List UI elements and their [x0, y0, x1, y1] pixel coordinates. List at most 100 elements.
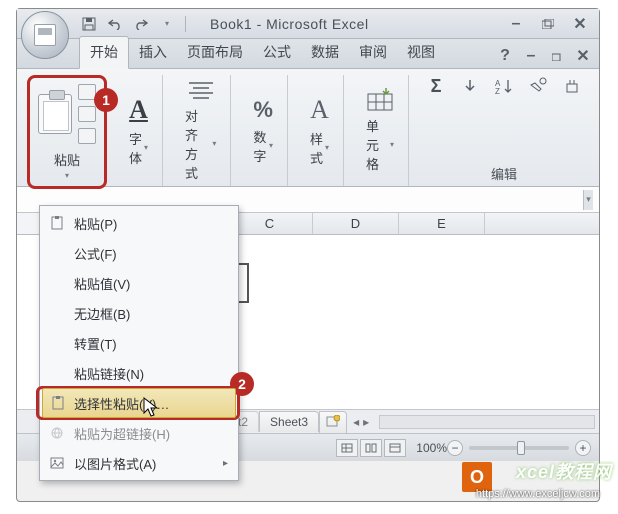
menu-formula[interactable]: 公式(F) [42, 238, 236, 268]
number-button[interactable]: %数字▾ [247, 93, 279, 169]
col-d[interactable]: D [313, 213, 399, 234]
zoom-out-icon[interactable]: − [447, 440, 463, 456]
window-controls: – ✕ [507, 15, 589, 33]
align-label: 对齐方式 [185, 106, 210, 182]
zoom-level[interactable]: 100% [416, 441, 447, 455]
align-group: 对齐方式▾ [171, 75, 231, 186]
cells-button[interactable]: 单元格▾ [360, 84, 400, 177]
workbook-close-icon[interactable]: ✕ [575, 48, 591, 64]
view-switcher [336, 439, 406, 457]
close-button[interactable]: ✕ [571, 15, 589, 33]
menu-paste[interactable]: 粘贴(P) [42, 208, 236, 238]
font-label: 字体 [129, 129, 142, 167]
menu-noborder[interactable]: 无边框(B) [42, 298, 236, 328]
align-icon [187, 80, 215, 102]
find-icon[interactable] [527, 75, 549, 97]
clipboard-group: 1 粘贴 ▾ [27, 75, 107, 186]
ribbon: 1 粘贴 ▾ A字体▾ 对齐方式▾ %数字▾ [17, 69, 599, 187]
tab-insert[interactable]: 插入 [129, 37, 177, 68]
separator [185, 16, 186, 32]
cursor-icon [143, 397, 159, 419]
zoom-track[interactable] [469, 446, 569, 450]
tab-layout[interactable]: 页面布局 [177, 37, 253, 68]
menu-transpose[interactable]: 转置(T) [42, 328, 236, 358]
zoom-thumb[interactable] [517, 441, 525, 455]
quick-access-toolbar: ▾ [79, 14, 188, 34]
help-icon[interactable]: ? [497, 48, 513, 64]
sheet-tab-3[interactable]: Sheet3 [259, 411, 319, 432]
page-break-view-icon[interactable] [384, 439, 406, 457]
font-a-icon: A [129, 95, 148, 125]
qat-more-icon[interactable]: ▾ [157, 14, 177, 34]
menu-pastelink[interactable]: 粘贴链接(N) [42, 358, 236, 388]
clipboard-icon[interactable] [38, 94, 72, 134]
sort-icon[interactable]: AZ [493, 75, 515, 97]
tab-scroll-left-icon[interactable]: ◂ [353, 415, 359, 429]
col-e[interactable]: E [399, 213, 485, 234]
page-layout-view-icon[interactable] [360, 439, 382, 457]
restore-button[interactable] [539, 15, 557, 33]
format-painter-icon[interactable] [78, 128, 96, 144]
menu-pastelink-label: 粘贴链接(N) [74, 364, 144, 383]
callout-1: 1 [94, 88, 118, 112]
menu-aspicture-label: 以图片格式(A) [74, 454, 156, 473]
autosum-icon[interactable]: Σ [425, 75, 447, 97]
zoom-in-icon[interactable]: + [575, 440, 591, 456]
new-sheet-button[interactable] [319, 411, 347, 433]
style-button[interactable]: A样式▾ [304, 91, 335, 171]
tab-review[interactable]: 审阅 [349, 37, 397, 68]
paste-button[interactable]: 粘贴 [54, 150, 80, 169]
cells-group: 单元格▾ [352, 75, 409, 186]
menu-paste-special[interactable]: 选择性粘贴(V)… [42, 388, 236, 418]
menu-paste-label: 粘贴(P) [74, 214, 117, 233]
fbar-expand-icon[interactable]: ▾ [583, 190, 593, 210]
workbook-restore-icon[interactable] [549, 48, 565, 64]
tab-view[interactable]: 视图 [397, 37, 445, 68]
normal-view-icon[interactable] [336, 439, 358, 457]
save-icon[interactable] [79, 14, 99, 34]
cells-label: 单元格 [366, 116, 388, 173]
tab-scroll-right-icon[interactable]: ▸ [363, 415, 369, 429]
picture-icon [48, 454, 66, 472]
zoom-slider[interactable]: − + [447, 440, 591, 456]
office-button[interactable] [21, 11, 77, 67]
hyperlink-icon [48, 424, 66, 442]
style-group: A样式▾ [296, 75, 344, 186]
menu-values-label: 粘贴值(V) [74, 274, 130, 293]
number-label: 数字 [253, 127, 267, 165]
clear-icon[interactable] [561, 75, 583, 97]
paste-label: 粘贴 [54, 150, 80, 169]
fill-icon[interactable] [459, 75, 481, 97]
paste-button-highlight: 1 粘贴 ▾ [27, 75, 107, 189]
tab-data[interactable]: 数据 [301, 37, 349, 68]
menu-hyperlink-label: 粘贴为超链接(H) [74, 424, 170, 443]
font-group: A字体▾ [115, 75, 163, 186]
percent-icon: % [253, 97, 273, 123]
redo-icon[interactable] [131, 14, 151, 34]
align-button[interactable]: 对齐方式▾ [179, 76, 222, 186]
copy-icon[interactable] [78, 106, 96, 122]
ribbon-tabs: 开始 插入 页面布局 公式 数据 审阅 视图 ? – ✕ [17, 39, 599, 69]
font-button[interactable]: A字体▾ [123, 91, 154, 171]
window-title: Book1 - Microsoft Excel [210, 16, 369, 32]
undo-icon[interactable] [105, 14, 125, 34]
tab-home[interactable]: 开始 [79, 36, 129, 69]
cells-icon [366, 88, 394, 112]
col-c[interactable]: C [227, 213, 313, 234]
menu-aspicture[interactable]: 以图片格式(A)▸ [42, 448, 236, 478]
titlebar: ▾ Book1 - Microsoft Excel – ✕ [17, 9, 599, 39]
ribbon-minimize-icon[interactable]: – [523, 48, 539, 64]
office-logo-icon [21, 11, 69, 59]
minimize-button[interactable]: – [507, 15, 525, 33]
paste-icon [48, 214, 66, 232]
tab-formula[interactable]: 公式 [253, 37, 301, 68]
paste-dropdown-menu: 粘贴(P) 公式(F) 粘贴值(V) 无边框(B) 转置(T) 粘贴链接(N) … [39, 205, 239, 481]
excel-window: ▾ Book1 - Microsoft Excel – ✕ 开始 插入 页面布局… [16, 8, 600, 502]
watermark-logo: O [462, 462, 492, 492]
paste-special-icon [49, 394, 67, 412]
menu-values[interactable]: 粘贴值(V) [42, 268, 236, 298]
style-label: 样式 [310, 129, 323, 167]
horizontal-scrollbar[interactable] [379, 415, 595, 429]
menu-noborder-label: 无边框(B) [74, 304, 130, 323]
svg-text:Z: Z [495, 87, 500, 94]
